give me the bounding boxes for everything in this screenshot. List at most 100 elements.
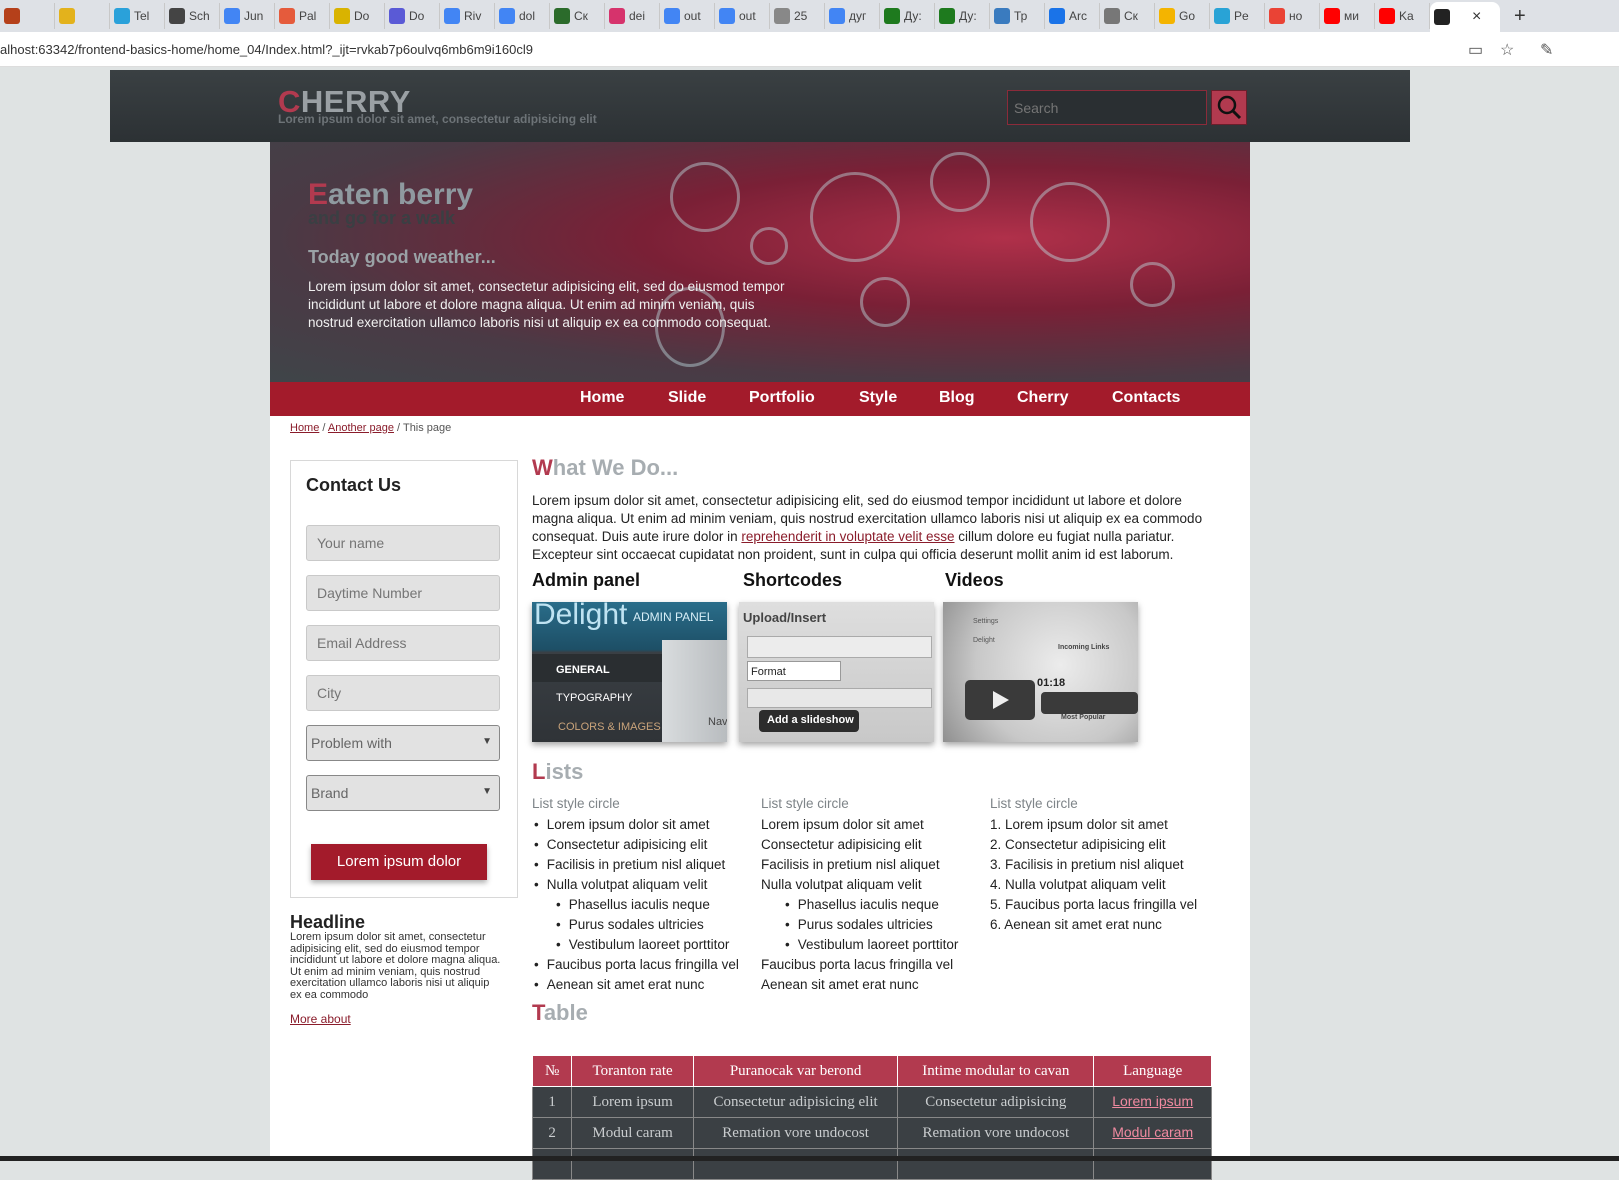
nav-style[interactable]: Style [859, 389, 897, 407]
nav-slide[interactable]: Slide [668, 389, 706, 407]
browser-tab[interactable]: Тр [990, 3, 1045, 29]
bubble-decoration [670, 162, 740, 232]
tab-label: Ду: [959, 9, 977, 23]
browser-tab[interactable]: Ду: [935, 3, 990, 29]
browser-tab[interactable]: out [660, 3, 715, 29]
hero-banner: Eaten berry and go for a walk Today good… [270, 142, 1250, 382]
submit-button[interactable]: Lorem ipsum dolor [311, 844, 487, 880]
videos-image[interactable]: Settings Delight Incoming Links Most Pop… [943, 602, 1138, 742]
favicon-icon [609, 8, 625, 24]
browser-tab[interactable]: Ск [1100, 3, 1155, 29]
favicon-icon [389, 8, 405, 24]
city-field[interactable] [306, 675, 500, 711]
extension-icon[interactable]: ✎ [1540, 40, 1553, 60]
table-header: Toranton rate [571, 1055, 694, 1087]
what-we-do-text: Lorem ipsum dolor sit amet, consectetur … [532, 493, 1203, 562]
browser-tab[interactable] [55, 3, 110, 29]
address-bar[interactable]: alhost:63342/frontend-basics-home/home_0… [0, 32, 1619, 67]
browser-tab[interactable]: Go [1155, 3, 1210, 29]
browser-tab[interactable]: out [715, 3, 770, 29]
content-wrapper: Eaten berry and go for a walk Today good… [270, 142, 1250, 1180]
browser-tab[interactable]: Ду: [880, 3, 935, 29]
bubble-decoration [1030, 182, 1110, 262]
browser-tab[interactable]: Ka [1375, 3, 1430, 29]
bubble-decoration [810, 172, 900, 262]
nav-contacts[interactable]: Contacts [1112, 389, 1180, 407]
browser-tab[interactable]: Do [330, 3, 385, 29]
browser-tab[interactable]: Do [385, 3, 440, 29]
tab-label: ми [1344, 9, 1359, 23]
shortcodes-image[interactable]: Upload/Insert Format Add a slideshow [739, 602, 934, 742]
browser-tab[interactable]: × [1430, 2, 1500, 32]
favicon-icon [114, 8, 130, 24]
problem-select[interactable]: Problem with ▼ [306, 725, 500, 761]
browser-tab[interactable]: dol [495, 3, 550, 29]
nav-cherry[interactable]: Cherry [1017, 389, 1069, 407]
browser-tab[interactable]: Riv [440, 3, 495, 29]
cast-icon[interactable]: ▭ [1468, 40, 1483, 60]
tab-label: Ka [1399, 9, 1414, 23]
browser-tab[interactable]: но [1265, 3, 1320, 29]
name-field[interactable] [306, 525, 500, 561]
list-item: 5. Faucibus porta lacus fringilla vel [990, 897, 1198, 912]
table-link[interactable]: Modul caram [1112, 1124, 1193, 1140]
breadcrumb-separator: / [322, 422, 326, 434]
phone-field[interactable] [306, 575, 500, 611]
table-link[interactable]: Lorem ipsum [1112, 1093, 1193, 1109]
table-title: Table [532, 1000, 588, 1025]
tab-label: Jun [244, 9, 264, 23]
close-tab-icon[interactable]: × [1472, 8, 1481, 26]
nav-home[interactable]: Home [580, 389, 624, 407]
brand-select[interactable]: Brand ▼ [306, 775, 500, 811]
browser-tab[interactable]: dei [605, 3, 660, 29]
browser-tab[interactable]: Arc [1045, 3, 1100, 29]
tab-label: Do [354, 9, 370, 23]
tab-label: Ск [574, 9, 588, 23]
table-header: Language [1093, 1055, 1212, 1087]
video-play-button[interactable] [965, 680, 1035, 720]
tab-label: Do [409, 9, 425, 23]
list-subitem: Vestibulum laoreet porttitor [761, 935, 976, 955]
favicon-icon [334, 8, 350, 24]
browser-tab[interactable]: Ск [550, 3, 605, 29]
search-input[interactable] [1007, 90, 1207, 125]
browser-tab[interactable]: Sch [165, 3, 220, 29]
browser-tab[interactable]: 25 [770, 3, 825, 29]
breadcrumb-another[interactable]: Another page [328, 422, 394, 434]
problem-select-value: Problem with [311, 735, 392, 751]
inline-link[interactable]: reprehenderit in voluptate velit esse [741, 529, 954, 544]
admin-panel-image[interactable]: Delight ADMIN PANEL GENERAL TYPOGRAPHY C… [532, 602, 727, 742]
browser-tab[interactable]: Pe [1210, 3, 1265, 29]
search-button[interactable] [1211, 90, 1247, 125]
list-item: Lorem ipsum dolor sit amet [761, 817, 924, 832]
more-about-link[interactable]: More about [290, 1012, 351, 1026]
hero-text: Lorem ipsum dolor sit amet, consectetur … [308, 279, 785, 330]
list-subitem: Vestibulum laoreet porttitor [532, 935, 747, 955]
browser-tab[interactable]: Jun [220, 3, 275, 29]
browser-tab[interactable]: дуг [825, 3, 880, 29]
breadcrumb-current: This page [402, 422, 452, 434]
new-tab-icon[interactable]: + [1514, 5, 1526, 28]
nav-portfolio[interactable]: Portfolio [749, 389, 815, 407]
favicon-icon [1214, 8, 1230, 24]
favicon-icon [774, 8, 790, 24]
admin-panel-title: Admin panel [532, 570, 641, 590]
browser-tab[interactable]: ми [1320, 3, 1375, 29]
email-field[interactable] [306, 625, 500, 661]
favicon-icon [1159, 8, 1175, 24]
browser-tab[interactable]: Pal [275, 3, 330, 29]
list-item: 4. Nulla volutpat aliquam velit [990, 877, 1166, 892]
list-item: 2. Consectetur adipisicing elit [990, 837, 1166, 852]
list-item: Faucibus porta lacus fringilla vel [532, 955, 747, 975]
breadcrumb-home[interactable]: Home [290, 422, 319, 434]
list-item: Nulla volutpat aliquam velit [532, 875, 747, 895]
favicon-icon [4, 8, 20, 24]
favicon-icon [1434, 9, 1450, 25]
browser-tab[interactable]: Tel [110, 3, 165, 29]
favicon-icon [59, 8, 75, 24]
url-text[interactable]: alhost:63342/frontend-basics-home/home_0… [0, 42, 533, 57]
list-item: Nulla volutpat aliquam velit [761, 877, 922, 892]
nav-blog[interactable]: Blog [939, 389, 975, 407]
bookmark-star-icon[interactable]: ☆ [1500, 40, 1514, 60]
browser-tab[interactable] [0, 3, 55, 29]
